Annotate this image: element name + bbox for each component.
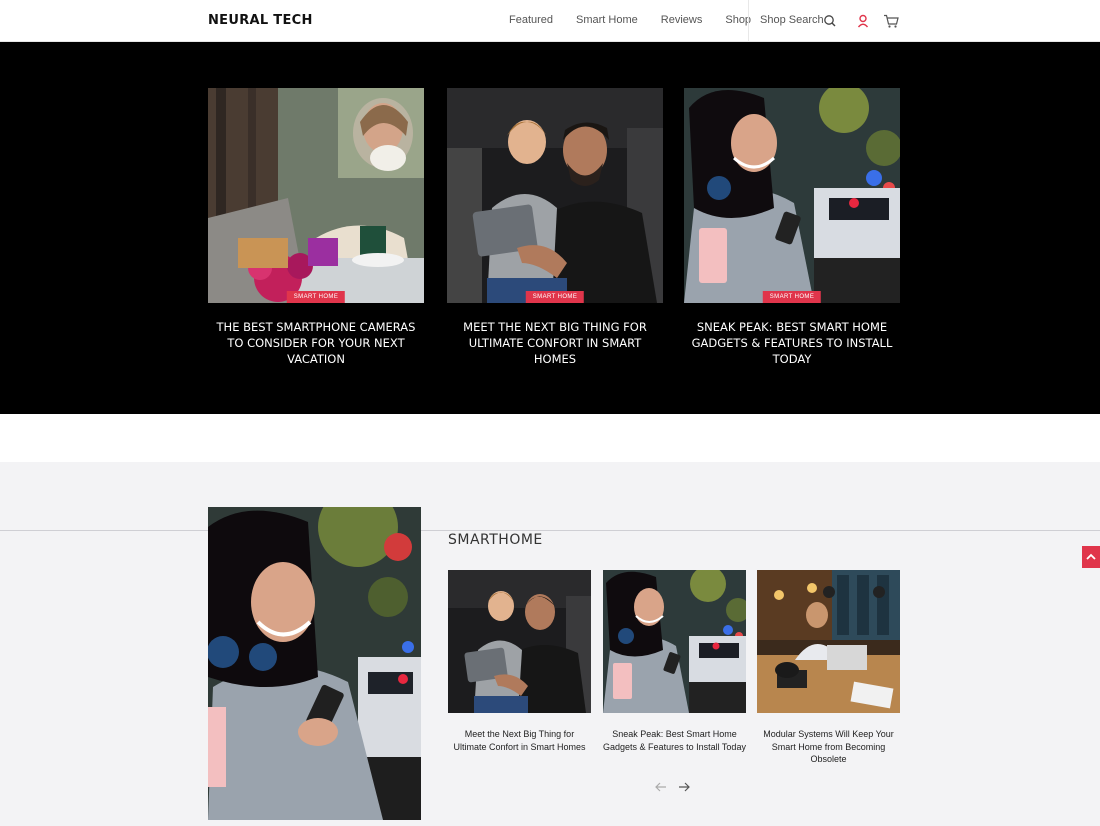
- cart-icon[interactable]: [882, 12, 900, 30]
- hero-card-image[interactable]: SMART HOME: [447, 88, 663, 303]
- section-title: SMARTHOME: [448, 532, 543, 548]
- chevron-up-icon: [1086, 553, 1096, 560]
- arrow-left-icon[interactable]: [654, 780, 668, 797]
- back-to-top-button[interactable]: [1082, 546, 1100, 568]
- smarthome-card-image[interactable]: [448, 570, 591, 713]
- main-nav: Featured Smart Home Reviews Shop: [509, 14, 751, 26]
- arrow-right-icon[interactable]: [677, 780, 691, 797]
- search-icon[interactable]: [821, 12, 839, 30]
- category-badge[interactable]: SMART HOME: [525, 291, 585, 303]
- featured-post-image[interactable]: [208, 507, 421, 820]
- smarthome-section: SMARTHOME Meet the Next Big Thing for Ul…: [0, 462, 1100, 826]
- nav-item-smart-home[interactable]: Smart Home: [576, 14, 638, 26]
- hero-card-title[interactable]: SNEAK PEAK: BEST SMART HOME GADGETS & FE…: [684, 319, 900, 367]
- smarthome-card-title[interactable]: Sneak Peak: Best Smart Home Gadgets & Fe…: [603, 728, 746, 753]
- smarthome-card-title[interactable]: Meet the Next Big Thing for Ultimate Con…: [448, 728, 591, 753]
- hero-card-image[interactable]: SMART HOME: [684, 88, 900, 303]
- category-badge[interactable]: SMART HOME: [762, 291, 822, 303]
- category-badge[interactable]: SMART HOME: [286, 291, 346, 303]
- shop-search-link[interactable]: Shop Search: [760, 14, 824, 26]
- hero-card-title[interactable]: THE BEST SMARTPHONE CAMERAS TO CONSIDER …: [208, 319, 424, 367]
- shop-search-label: Shop Search: [760, 14, 824, 26]
- smarthome-card[interactable]: Meet the Next Big Thing for Ultimate Con…: [448, 570, 591, 753]
- smarthome-card-title[interactable]: Modular Systems Will Keep Your Smart Hom…: [757, 728, 900, 766]
- section-divider-line: [0, 530, 1100, 531]
- hero-card[interactable]: SMART HOME THE BEST SMARTPHONE CAMERAS T…: [208, 88, 424, 367]
- smarthome-card-image[interactable]: [603, 570, 746, 713]
- nav-item-reviews[interactable]: Reviews: [661, 14, 703, 26]
- hero-card[interactable]: SMART HOME MEET THE NEXT BIG THING FOR U…: [447, 88, 663, 367]
- smarthome-card[interactable]: Modular Systems Will Keep Your Smart Hom…: [757, 570, 900, 766]
- smarthome-card[interactable]: Sneak Peak: Best Smart Home Gadgets & Fe…: [603, 570, 746, 753]
- user-icon[interactable]: [854, 12, 872, 30]
- hero-card[interactable]: SMART HOME SNEAK PEAK: BEST SMART HOME G…: [684, 88, 900, 367]
- smarthome-card-image[interactable]: [757, 570, 900, 713]
- nav-divider: [748, 0, 749, 42]
- hero-card-image[interactable]: SMART HOME: [208, 88, 424, 303]
- hero-section: SMART HOME THE BEST SMARTPHONE CAMERAS T…: [0, 42, 1100, 414]
- site-logo[interactable]: NEURAL TECH: [208, 13, 313, 28]
- hero-card-title[interactable]: MEET THE NEXT BIG THING FOR ULTIMATE CON…: [447, 319, 663, 367]
- site-header: NEURAL TECH Featured Smart Home Reviews …: [0, 0, 1100, 42]
- nav-item-featured[interactable]: Featured: [509, 14, 553, 26]
